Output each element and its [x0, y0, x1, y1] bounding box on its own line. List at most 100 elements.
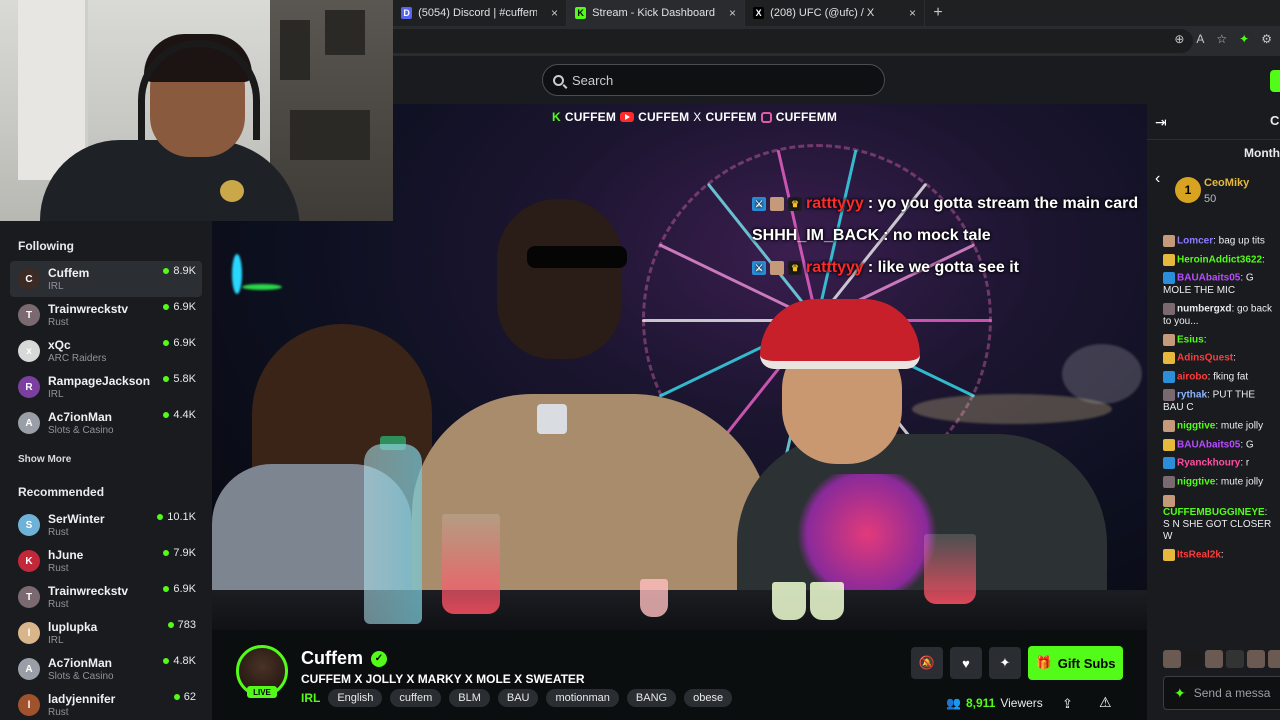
- extension-icon[interactable]: ✦: [1239, 32, 1249, 46]
- emote[interactable]: [1268, 650, 1280, 668]
- sidebar-channel[interactable]: T Trainwreckstv Rust 6.9K: [10, 579, 202, 615]
- emote[interactable]: [1184, 650, 1202, 668]
- tab-label: Stream - Kick Dashboard: [592, 7, 715, 19]
- chat-username[interactable]: Lomcer: [1177, 236, 1213, 247]
- avatar: T: [18, 586, 40, 608]
- search-input[interactable]: Search: [542, 64, 885, 96]
- sidebar-channel[interactable]: T Trainwreckstv Rust 6.9K: [10, 297, 202, 333]
- zoom-icon[interactable]: ⊕: [1174, 32, 1184, 46]
- chat-username[interactable]: AdinsQuest: [1177, 353, 1233, 364]
- leaderboard-period[interactable]: Monthly: [1244, 146, 1280, 160]
- webcam-overlay: [0, 0, 393, 221]
- following-list: C Cuffem IRL 8.9K T Trainwreckstv Rust 6.9K x xQc…: [0, 261, 212, 441]
- stream-category[interactable]: IRL: [301, 691, 320, 705]
- sidebar-channel[interactable]: A Ac7ionMan Slots & Casino 4.8K: [10, 651, 202, 687]
- stream-tag[interactable]: motionman: [546, 689, 619, 707]
- channel-info-bar: LIVE Cuffem ✓ CUFFEM X JOLLY X MARKY X M…: [212, 630, 1147, 720]
- close-icon[interactable]: ×: [729, 6, 736, 20]
- chat-text: : G: [1240, 439, 1254, 451]
- leaderboard-top-user[interactable]: CeoMiky: [1204, 177, 1249, 189]
- chat-badge-icon: [1163, 494, 1175, 507]
- chat-username[interactable]: niggtive: [1177, 421, 1215, 432]
- overlay-chat-line: SHHH_IM_BACK: no mock tale: [752, 220, 1147, 252]
- chat-username[interactable]: airobo: [1177, 371, 1208, 382]
- chat-username[interactable]: Esius: [1177, 334, 1204, 345]
- close-icon[interactable]: ×: [551, 6, 558, 20]
- chat-messages: Lomcer: bag up tits HeroinAddict3622: BAUA…: [1147, 232, 1280, 565]
- chevron-left-icon[interactable]: ‹: [1155, 170, 1160, 188]
- chat-message-input[interactable]: ✦ Send a messa: [1163, 676, 1280, 710]
- sidebar-channel[interactable]: S SerWinter Rust 10.1K: [10, 507, 202, 543]
- chat-username[interactable]: CUFFEMBUGGINEYE: [1163, 507, 1265, 518]
- settings-gear-icon[interactable]: ⚙: [1261, 32, 1272, 46]
- chat-message: Lomcer: bag up tits: [1147, 232, 1280, 251]
- chat-username[interactable]: numbergxd: [1177, 304, 1231, 315]
- sidebar-channel[interactable]: KhJune Rust 7.9K: [10, 543, 202, 579]
- sidebar-channel[interactable]: C Cuffem IRL 8.9K: [10, 261, 202, 297]
- water-bottle: [364, 444, 422, 624]
- address-bar[interactable]: [393, 29, 1193, 53]
- following-heading: Following: [18, 239, 74, 253]
- chat-username[interactable]: Ryanckhoury: [1177, 458, 1240, 469]
- browser-tab-discord[interactable]: D (5054) Discord | #cuffem-clipping ×: [393, 0, 567, 26]
- new-tab-button[interactable]: +: [925, 4, 951, 22]
- chat-message: BAUAbaits05: G MOLE THE MIC: [1147, 269, 1280, 300]
- kick-icon: K: [575, 7, 587, 19]
- sidebar-channel[interactable]: R RampageJackson IRL 5.8K: [10, 369, 202, 405]
- chat-username[interactable]: ItsReal2k: [1177, 550, 1221, 561]
- viewer-count: 783: [167, 619, 196, 631]
- report-warning-icon[interactable]: ⚠: [1099, 694, 1112, 711]
- live-dot-icon: [163, 550, 170, 556]
- bookmark-star-icon[interactable]: ☆: [1216, 32, 1227, 46]
- chat-message: niggtive: mute jolly: [1147, 473, 1280, 492]
- viewer-count: 6.9K: [163, 301, 196, 313]
- stream-tag[interactable]: cuffem: [390, 689, 442, 707]
- crown-badge-icon: ♛: [788, 261, 802, 275]
- browser-tab-kick-dashboard[interactable]: K Stream - Kick Dashboard ×: [567, 0, 745, 26]
- chat-username[interactable]: BAUAbaits05: [1177, 439, 1240, 450]
- viewer-count: 4.4K: [163, 409, 196, 421]
- browser-tab-x-ufc[interactable]: X (208) UFC (@ufc) / X ×: [745, 0, 925, 26]
- chat-username[interactable]: niggtive: [1177, 477, 1215, 488]
- stream-tag[interactable]: BLM: [449, 689, 490, 707]
- viewer-count: 4.8K: [163, 655, 196, 667]
- stream-tag[interactable]: obese: [684, 689, 733, 707]
- share-icon[interactable]: ⇪: [1062, 696, 1073, 712]
- emote[interactable]: [1247, 650, 1265, 668]
- chain-pendant: [537, 404, 567, 434]
- chat-username[interactable]: BAUAbaits05: [1177, 273, 1240, 284]
- avatar: A: [18, 658, 40, 680]
- stream-tag[interactable]: English: [328, 689, 383, 707]
- gift-subs-button[interactable]: 🎁 Gift Subs: [1028, 646, 1123, 680]
- sidebar-channel[interactable]: A Ac7ionMan Slots & Casino 4.4K: [10, 405, 202, 441]
- chat-message: Ryanckhoury: r: [1147, 454, 1280, 473]
- channel-category: Rust: [48, 598, 69, 610]
- emote[interactable]: [1226, 650, 1244, 668]
- sidebar-channel[interactable]: l ladyjennifer Rust 62: [10, 687, 202, 720]
- stream-tags: IRL English cuffem BLM BAU motionman BANG obes…: [301, 689, 733, 707]
- channel-name[interactable]: Cuffem: [301, 648, 363, 669]
- chat-username[interactable]: HeroinAddict3622: [1177, 254, 1262, 265]
- stream-tag[interactable]: BAU: [497, 689, 539, 707]
- read-aloud-icon[interactable]: A: [1196, 32, 1204, 46]
- chat-message: airobo: fking fat: [1147, 368, 1280, 387]
- emote[interactable]: [1163, 650, 1181, 668]
- close-icon[interactable]: ×: [909, 6, 916, 20]
- sidebar-channel[interactable]: x xQc ARC Raiders 6.9K: [10, 333, 202, 369]
- instagram-icon: [760, 111, 772, 123]
- clip-button[interactable]: ✦: [989, 647, 1021, 679]
- follow-button[interactable]: ♥: [950, 647, 982, 679]
- chat-badge-icon: [1163, 420, 1175, 433]
- overlay-chat-line: ⚔ ♛ ratttyyy: yo you gotta stream the main…: [752, 188, 1147, 220]
- mute-notifications-button[interactable]: 🔕: [911, 647, 943, 679]
- collapse-chat-icon[interactable]: ⇥: [1155, 114, 1167, 131]
- login-button[interactable]: [1270, 70, 1280, 92]
- overlay-chat-user: SHHH_IM_BACK: [752, 227, 880, 244]
- emote[interactable]: [1205, 650, 1223, 668]
- chat-username[interactable]: rythak: [1177, 390, 1207, 401]
- show-more-button[interactable]: Show More: [0, 441, 212, 477]
- sidebar-channel[interactable]: l lupIupka IRL 783: [10, 615, 202, 651]
- live-dot-icon: [163, 340, 170, 346]
- emote-picker-icon[interactable]: ✦: [1174, 685, 1186, 702]
- stream-tag[interactable]: BANG: [626, 689, 677, 707]
